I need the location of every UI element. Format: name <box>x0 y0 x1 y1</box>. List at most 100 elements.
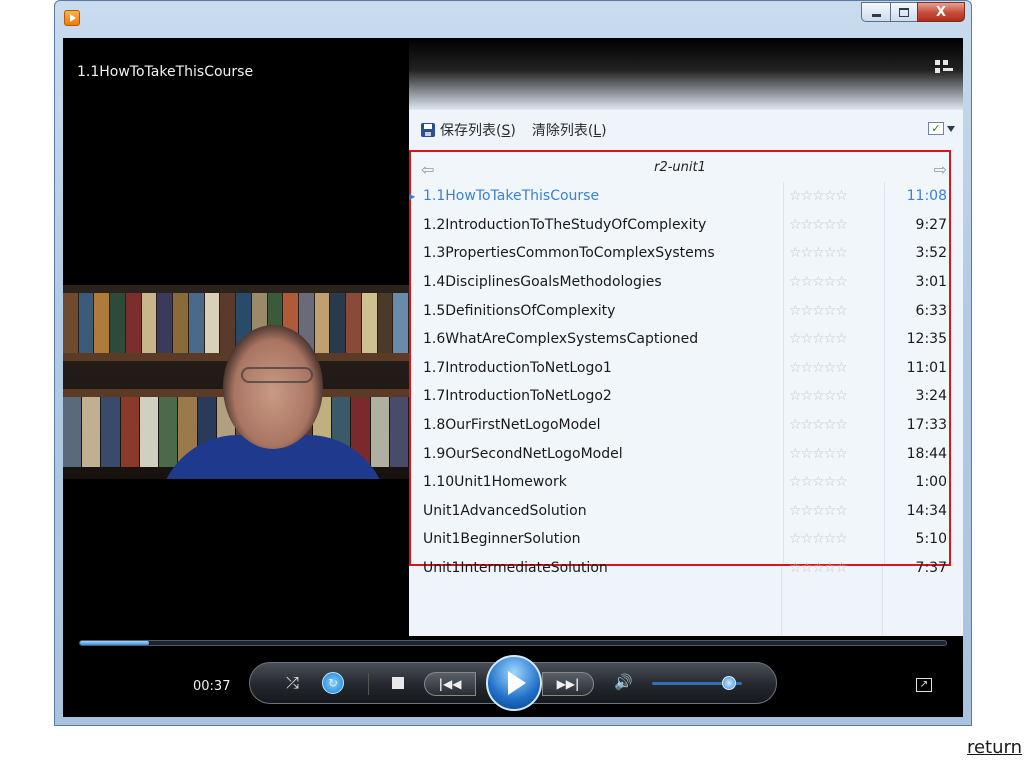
rating-stars[interactable]: ☆☆☆☆☆ <box>789 245 848 261</box>
rating-stars[interactable]: ☆☆☆☆☆ <box>789 446 848 462</box>
playlist-item-duration: 3:52 <box>915 245 947 262</box>
seek-bar[interactable] <box>79 640 947 646</box>
playlist-item-title: 1.7IntroductionToNetLogo2 <box>423 388 612 405</box>
playlist-item[interactable]: 1.6WhatAreComplexSystemsCaptioned ☆☆☆☆☆ 12… <box>411 325 949 354</box>
playlist-item[interactable]: 1.4DisciplinesGoalsMethodologies ☆☆☆☆☆ 3:0… <box>411 268 949 297</box>
playlist-item[interactable]: 1.9OurSecondNetLogoModel ☆☆☆☆☆ 18:44 <box>411 439 949 468</box>
rating-stars[interactable]: ☆☆☆☆☆ <box>789 531 848 547</box>
playlist-item-duration: 9:27 <box>915 216 947 233</box>
playlist-item[interactable]: 1.2IntroductionToTheStudyOfComplexity ☆☆☆… <box>411 211 949 240</box>
seek-bar-progress <box>80 641 150 645</box>
playlist-item-title: Unit1IntermediateSolution <box>423 560 608 577</box>
playlist-item[interactable]: ▶ 1.1HowToTakeThisCourse ☆☆☆☆☆ 11:08 <box>409 182 949 211</box>
now-playing-title: 1.1HowToTakeThisCourse <box>77 64 254 80</box>
playlist-item-title: 1.7IntroductionToNetLogo1 <box>423 359 612 376</box>
volume-icon[interactable]: 🔊 <box>614 673 633 691</box>
playlist-item[interactable]: 1.3PropertiesCommonToComplexSystems ☆☆☆☆☆… <box>411 239 949 268</box>
shuffle-icon[interactable]: ⤮ <box>286 673 299 693</box>
repeat-icon[interactable]: ↻ <box>322 672 344 694</box>
transport-controls: ⤮ ↻ |◀◀ ▶▶| 🔊 <box>249 655 777 711</box>
clear-list-button[interactable]: 清除列表(L) <box>532 120 607 140</box>
minimize-button[interactable] <box>861 2 890 22</box>
switch-to-library-icon[interactable] <box>935 60 953 76</box>
chevron-down-icon <box>947 125 955 132</box>
playlist-item[interactable]: 1.7IntroductionToNetLogo1 ☆☆☆☆☆ 11:01 <box>411 354 949 383</box>
elapsed-time: 00:37 <box>193 679 231 694</box>
playlist-name: r2-unit1 <box>654 160 706 175</box>
return-link[interactable]: return <box>967 737 1022 758</box>
playlist-list: ⇦ r2-unit1 ⇨ ▶ 1.1HowToTakeThisCourse ☆☆☆☆… <box>409 150 951 576</box>
close-button[interactable]: X <box>917 2 965 22</box>
playlist-item-duration: 17:33 <box>906 417 947 434</box>
playlist-item-title: 1.2IntroductionToTheStudyOfComplexity <box>423 216 707 233</box>
caption-buttons: X <box>861 2 965 22</box>
previous-button[interactable]: |◀◀ <box>424 672 476 696</box>
playlist-rows: ▶ 1.1HowToTakeThisCourse ☆☆☆☆☆ 11:08 1.2Intr… <box>409 182 949 582</box>
playlist-item[interactable]: Unit1BeginnerSolution ☆☆☆☆☆ 5:10 <box>411 525 949 554</box>
playlist-item-duration: 7:37 <box>915 560 947 577</box>
playlist-item-duration: 3:24 <box>915 388 947 405</box>
player-client-area: 1.1HowToTakeThisCourse 保存列表(S) 清除列表(L) ✓… <box>63 38 963 717</box>
presenter-head <box>223 325 323 449</box>
save-list-paren: ) <box>510 123 516 139</box>
playlist-panel-header <box>409 38 963 110</box>
save-icon <box>421 123 435 137</box>
rating-stars[interactable]: ☆☆☆☆☆ <box>789 388 848 404</box>
save-list-label: 保存列表( <box>440 123 502 139</box>
control-divider <box>368 673 369 695</box>
player-window: X 1.1HowToTakeThisCourse 保存列表(S) 清除列表(L)… <box>54 0 972 726</box>
checkbox-icon: ✓ <box>928 122 944 135</box>
video-frame[interactable] <box>63 285 409 479</box>
switch-to-now-playing-icon[interactable]: ↗ <box>916 678 932 692</box>
playlist-header: ⇦ r2-unit1 ⇨ <box>411 152 949 182</box>
now-playing-marker-icon: ▶ <box>409 191 416 201</box>
playlist-item-title: Unit1AdvancedSolution <box>423 502 587 519</box>
clear-list-paren: ) <box>601 123 607 139</box>
playlist-item[interactable]: 1.10Unit1Homework ☆☆☆☆☆ 1:00 <box>411 468 949 497</box>
playlist-item[interactable]: Unit1AdvancedSolution ☆☆☆☆☆ 14:34 <box>411 497 949 526</box>
playlist-item[interactable]: 1.8OurFirstNetLogoModel ☆☆☆☆☆ 17:33 <box>411 411 949 440</box>
next-list-arrow-icon[interactable]: ⇨ <box>934 160 947 179</box>
rating-column-extension <box>781 566 883 636</box>
playlist-item[interactable]: 1.7IntroductionToNetLogo2 ☆☆☆☆☆ 3:24 <box>411 382 949 411</box>
rating-stars[interactable]: ☆☆☆☆☆ <box>789 360 848 376</box>
rating-stars[interactable]: ☆☆☆☆☆ <box>789 331 848 347</box>
playlist-item-duration: 18:44 <box>906 445 947 462</box>
playlist-item-title: 1.8OurFirstNetLogoModel <box>423 417 601 434</box>
playlist-item-duration: 5:10 <box>915 531 947 548</box>
playlist-item-duration: 6:33 <box>915 302 947 319</box>
clear-list-label: 清除列表( <box>531 123 594 139</box>
media-player-icon[interactable] <box>64 10 80 26</box>
playlist-item-duration: 14:34 <box>906 502 947 519</box>
rating-stars[interactable]: ☆☆☆☆☆ <box>789 303 848 319</box>
playlist-item-title: 1.5DefinitionsOfComplexity <box>423 302 616 319</box>
playlist-item-duration: 12:35 <box>906 331 947 348</box>
stop-button[interactable] <box>392 677 404 689</box>
rating-stars[interactable]: ☆☆☆☆☆ <box>789 417 848 433</box>
playlist-item-duration: 1:00 <box>915 474 947 491</box>
maximize-icon <box>899 7 909 17</box>
volume-slider-thumb[interactable] <box>721 676 736 690</box>
next-button[interactable]: ▶▶| <box>542 672 594 696</box>
rating-stars[interactable]: ☆☆☆☆☆ <box>789 503 848 519</box>
playlist-item-title: Unit1BeginnerSolution <box>423 531 581 548</box>
list-options-button[interactable]: ✓ <box>928 122 955 135</box>
playlist-toolbar: 保存列表(S) 清除列表(L) <box>421 120 623 140</box>
playlist-item-title: 1.4DisciplinesGoalsMethodologies <box>423 274 662 291</box>
clear-list-hotkey: L <box>593 123 602 139</box>
playlist-item-duration: 11:08 <box>906 188 947 205</box>
playlist-item-title: 1.10Unit1Homework <box>423 474 567 491</box>
playlist-item-title: 1.1HowToTakeThisCourse <box>423 188 600 205</box>
playlist-item[interactable]: 1.5DefinitionsOfComplexity ☆☆☆☆☆ 6:33 <box>411 296 949 325</box>
maximize-button[interactable] <box>890 2 917 22</box>
rating-stars[interactable]: ☆☆☆☆☆ <box>789 188 848 204</box>
play-button[interactable] <box>486 655 542 711</box>
playlist-item-title: 1.6WhatAreComplexSystemsCaptioned <box>423 331 699 348</box>
rating-stars[interactable]: ☆☆☆☆☆ <box>789 217 848 233</box>
playlist-item-title: 1.3PropertiesCommonToComplexSystems <box>423 245 715 262</box>
rating-stars[interactable]: ☆☆☆☆☆ <box>789 274 848 290</box>
playlist-item-title: 1.9OurSecondNetLogoModel <box>423 445 623 462</box>
playlist-panel: 保存列表(S) 清除列表(L) ✓ ⇦ r2-unit1 ⇨ ▶ 1.1HowTo… <box>409 110 963 636</box>
save-list-button[interactable]: 保存列表(S) <box>440 120 516 140</box>
rating-stars[interactable]: ☆☆☆☆☆ <box>789 474 848 490</box>
